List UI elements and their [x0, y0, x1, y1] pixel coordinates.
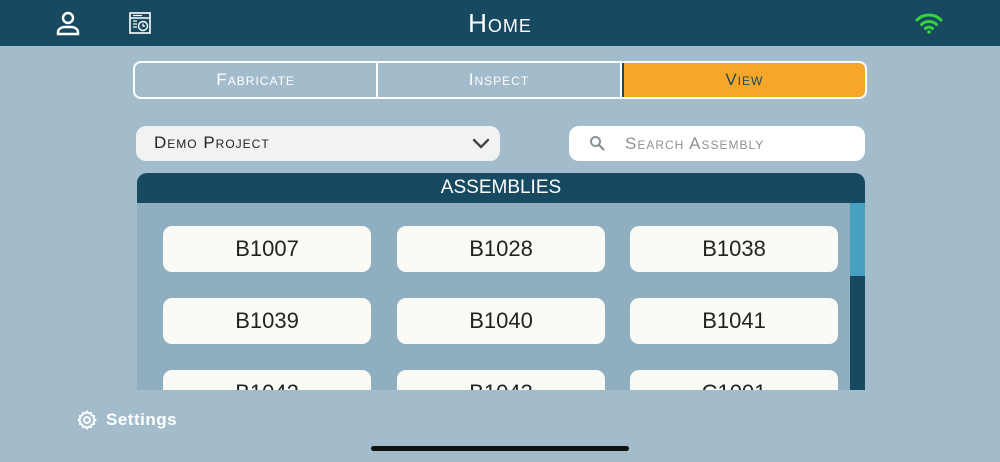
assembly-item[interactable]: B1038 [630, 226, 838, 272]
home-indicator[interactable] [371, 446, 629, 451]
wifi-icon [915, 13, 943, 34]
scrollbar-thumb[interactable] [850, 203, 865, 276]
assembly-item[interactable]: B1041 [630, 298, 838, 344]
assembly-item[interactable]: B1043 [397, 370, 605, 390]
top-bar: Home [0, 0, 1000, 46]
tab-view[interactable]: View [621, 63, 865, 97]
assembly-item[interactable]: B1042 [163, 370, 371, 390]
search-icon [590, 136, 605, 151]
project-dropdown[interactable]: Demo Project [136, 126, 500, 161]
search-box [569, 126, 865, 161]
mode-tabs: Fabricate Inspect View [133, 61, 867, 99]
assembly-item[interactable]: B1007 [163, 226, 371, 272]
settings-button[interactable]: Settings [76, 407, 177, 433]
assemblies-grid[interactable]: B1007 B1028 B1038 B1039 B1040 B1041 B104… [137, 203, 850, 390]
page-title: Home [468, 8, 532, 38]
chevron-down-icon [472, 138, 490, 149]
gear-icon [77, 410, 97, 430]
assembly-item[interactable]: B1040 [397, 298, 605, 344]
assembly-item[interactable]: B1028 [397, 226, 605, 272]
assemblies-panel: ASSEMBLIES B1007 B1028 B1038 B1039 B1040… [137, 173, 865, 390]
settings-label: Settings [106, 410, 178, 429]
assembly-item[interactable]: B1039 [163, 298, 371, 344]
project-selected-value: Demo Project [154, 133, 270, 152]
assembly-item[interactable]: C1001 [630, 370, 838, 390]
assemblies-header: ASSEMBLIES [137, 173, 865, 203]
tab-fabricate[interactable]: Fabricate [135, 63, 377, 97]
search-input[interactable] [625, 126, 855, 161]
tab-inspect[interactable]: Inspect [378, 63, 620, 97]
